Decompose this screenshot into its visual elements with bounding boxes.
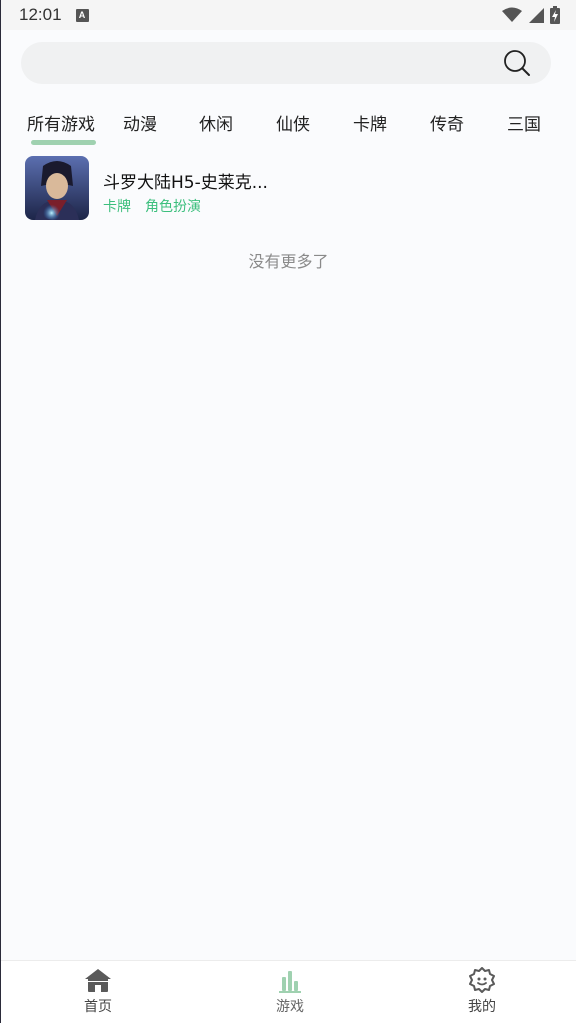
status-time: 12:01	[19, 5, 62, 24]
nav-profile-label: 我的	[468, 999, 496, 1015]
tab-anime[interactable]: 动漫	[123, 110, 157, 135]
tab-xianxia[interactable]: 仙侠	[276, 110, 310, 135]
wifi-icon	[502, 7, 522, 22]
status-indicators	[502, 6, 560, 24]
bottom-nav: 首页 游戏 我的	[1, 960, 576, 1023]
tab-casual[interactable]: 休闲	[199, 110, 233, 135]
list-end-text: 没有更多了	[248, 252, 329, 271]
nav-games-label: 游戏	[276, 999, 304, 1015]
tab-cards[interactable]: 卡牌	[353, 110, 387, 135]
game-tags: 卡牌 角色扮演	[103, 196, 201, 216]
nav-home-label: 首页	[84, 999, 112, 1015]
tab-legend[interactable]: 传奇	[430, 110, 464, 135]
status-bar: 12:01 A	[1, 0, 576, 30]
a-icon: A	[75, 8, 89, 22]
tab-all-games[interactable]: 所有游戏	[27, 110, 95, 135]
active-tab-indicator	[31, 140, 96, 145]
profile-icon	[469, 967, 495, 993]
home-icon	[85, 969, 111, 992]
nav-home[interactable]: 首页	[58, 967, 138, 1016]
game-tag: 角色扮演	[145, 199, 201, 215]
search-icon[interactable]	[503, 49, 531, 77]
list-item[interactable]: 斗罗大陆H5-史莱克... 卡牌 角色扮演	[25, 156, 555, 222]
battery-icon	[550, 6, 560, 24]
game-title: 斗罗大陆H5-史莱克...	[103, 173, 268, 193]
tab-three-kingdoms[interactable]: 三国	[507, 110, 541, 135]
signal-icon	[529, 8, 544, 23]
nav-games[interactable]: 游戏	[250, 967, 330, 1016]
search-input[interactable]	[21, 42, 551, 84]
game-thumbnail	[25, 156, 89, 220]
bar-chart-icon	[279, 971, 301, 993]
nav-profile[interactable]: 我的	[442, 967, 522, 1016]
main-content: 所有游戏 动漫 休闲 仙侠 卡牌 传奇 三国 斗罗大陆H5-史莱克... 卡牌 …	[1, 30, 576, 960]
game-tag: 卡牌	[103, 199, 131, 215]
